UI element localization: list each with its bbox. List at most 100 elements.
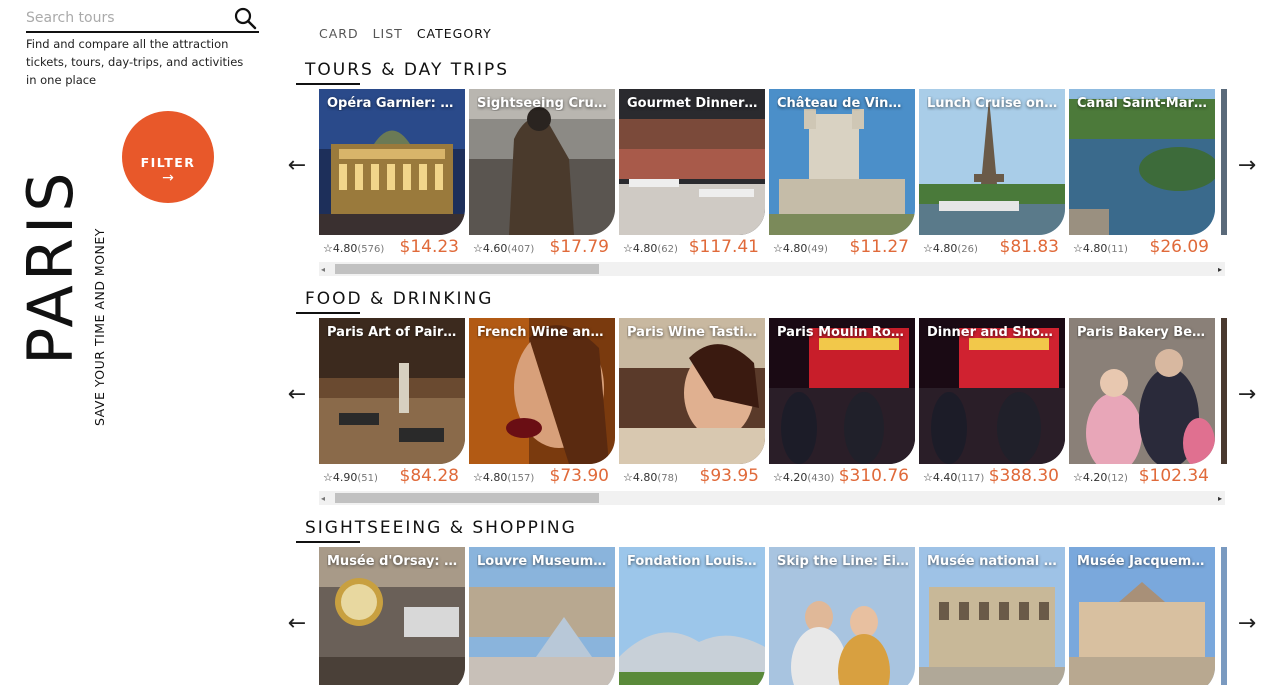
section-tours: TOURS & DAY TRIPS ← → Opéra Garnier: Sel… bbox=[280, 58, 1280, 288]
rating-value: 4.80 bbox=[332, 242, 358, 255]
tour-image: Musée Jacquemar... bbox=[1069, 547, 1215, 685]
tour-card[interactable]: Musée national Pi... bbox=[919, 547, 1065, 685]
star-icon: ☆ bbox=[473, 471, 483, 484]
tour-card[interactable]: Opéra Garnier: Sel... ☆4.80(576) $14.23 bbox=[319, 89, 465, 257]
tour-card[interactable]: Dinner and Show ... ☆4.40(117) $388.30 bbox=[919, 318, 1065, 486]
tour-card[interactable]: Musée d'Orsay: D... bbox=[319, 547, 465, 685]
rating-value: 4.80 bbox=[1082, 242, 1108, 255]
tab-card[interactable]: CARD bbox=[319, 26, 359, 41]
star-icon: ☆ bbox=[1073, 471, 1083, 484]
card-title: Canal Saint-Marti... bbox=[1077, 96, 1209, 111]
tour-image: Dinner and Show ... bbox=[919, 318, 1065, 464]
scrollbar-thumb[interactable] bbox=[335, 264, 599, 274]
tour-card[interactable]: Paris Bakery Behin... ☆4.20(12) $102.34 bbox=[1069, 318, 1215, 486]
card-title: Paris Wine Tasting... bbox=[627, 325, 759, 340]
card-price: $17.79 bbox=[549, 237, 609, 257]
next-arrow-icon[interactable]: → bbox=[1232, 154, 1262, 178]
tour-card[interactable]: Lunch Cruise on t... ☆4.80(26) $81.83 bbox=[919, 89, 1065, 257]
tour-image: Opéra Garnier: Sel... bbox=[319, 89, 465, 235]
tour-image: Château de Vince... bbox=[769, 89, 915, 235]
star-icon: ☆ bbox=[1073, 242, 1083, 255]
rating-value: 4.80 bbox=[932, 242, 958, 255]
card-rating: ☆4.80(157) bbox=[473, 471, 534, 484]
rating-value: 4.60 bbox=[482, 242, 508, 255]
card-title: Opéra Garnier: Sel... bbox=[327, 96, 459, 111]
card-price: $310.76 bbox=[838, 466, 909, 486]
tour-card[interactable]: Canal Saint-Marti... ☆4.80(11) $26.09 bbox=[1069, 89, 1215, 257]
review-count: (51) bbox=[357, 473, 378, 484]
card-title: Musée Jacquemar... bbox=[1077, 554, 1209, 569]
rating-value: 4.20 bbox=[782, 471, 808, 484]
tagline: Find and compare all the attraction tick… bbox=[26, 37, 244, 87]
card-rating: ☆4.90(51) bbox=[323, 471, 378, 484]
card-title: Paris Art of Pairin... bbox=[327, 325, 459, 340]
tour-image: Canal Saint-Marti... bbox=[1069, 89, 1215, 235]
scroll-left-icon[interactable]: ◂ bbox=[321, 494, 325, 503]
card-title: Lunch Cruise on t... bbox=[927, 96, 1059, 111]
review-count: (11) bbox=[1107, 244, 1128, 255]
card-price: $81.83 bbox=[999, 237, 1059, 257]
scroll-left-icon[interactable]: ◂ bbox=[321, 265, 325, 274]
card-rating: ☆4.60(407) bbox=[473, 242, 534, 255]
card-title: Dinner and Show ... bbox=[927, 325, 1059, 340]
tour-card[interactable]: Fondation Louis V... bbox=[619, 547, 765, 685]
tour-card[interactable]: Gourmet Dinner C... ☆4.80(62) $117.41 bbox=[619, 89, 765, 257]
tour-card[interactable]: Paris Wine Tasting... ☆4.80(78) $93.95 bbox=[619, 318, 765, 486]
rating-value: 4.80 bbox=[782, 242, 808, 255]
review-count: (49) bbox=[807, 244, 828, 255]
star-icon: ☆ bbox=[923, 242, 933, 255]
scrollbar-thumb[interactable] bbox=[335, 493, 599, 503]
card-title: Paris Bakery Behin... bbox=[1077, 325, 1209, 340]
card-price: $388.30 bbox=[988, 466, 1059, 486]
card-peek bbox=[1221, 547, 1227, 685]
tour-image: Paris Bakery Behin... bbox=[1069, 318, 1215, 464]
tour-card[interactable]: French Wine and ... ☆4.80(157) $73.90 bbox=[469, 318, 615, 486]
card-peek bbox=[1221, 318, 1227, 464]
filter-button[interactable]: FILTER → bbox=[122, 111, 214, 203]
card-rating: ☆4.20(12) bbox=[1073, 471, 1128, 484]
horizontal-scrollbar[interactable]: ◂ ▸ bbox=[319, 262, 1225, 276]
search-icon[interactable] bbox=[233, 6, 257, 30]
card-title: Gourmet Dinner C... bbox=[627, 96, 759, 111]
tour-card[interactable]: Château de Vince... ☆4.80(49) $11.27 bbox=[769, 89, 915, 257]
card-price: $26.09 bbox=[1149, 237, 1209, 257]
card-rating: ☆4.80(26) bbox=[923, 242, 978, 255]
review-count: (26) bbox=[957, 244, 978, 255]
tab-list[interactable]: LIST bbox=[373, 26, 403, 41]
scroll-right-icon[interactable]: ▸ bbox=[1218, 494, 1222, 503]
tour-image: Musée national Pi... bbox=[919, 547, 1065, 685]
review-count: (157) bbox=[507, 473, 535, 484]
card-price: $14.23 bbox=[399, 237, 459, 257]
search-input[interactable] bbox=[26, 7, 226, 29]
section-food: FOOD & DRINKING ← → Paris Art of Pairin.… bbox=[280, 287, 1280, 517]
tour-card[interactable]: Musée Jacquemar... bbox=[1069, 547, 1215, 685]
filter-button-label: FILTER bbox=[140, 154, 196, 170]
tour-image: Paris Wine Tasting... bbox=[619, 318, 765, 464]
tour-card[interactable]: Paris Art of Pairin... ☆4.90(51) $84.28 bbox=[319, 318, 465, 486]
rating-value: 4.90 bbox=[332, 471, 358, 484]
review-count: (78) bbox=[657, 473, 678, 484]
tour-card[interactable]: Louvre Museum: E... bbox=[469, 547, 615, 685]
tab-category[interactable]: CATEGORY bbox=[417, 26, 492, 41]
star-icon: ☆ bbox=[773, 471, 783, 484]
tour-card[interactable]: Paris Moulin Roug... ☆4.20(430) $310.76 bbox=[769, 318, 915, 486]
section-title: TOURS & DAY TRIPS bbox=[305, 60, 510, 80]
view-tabs: CARD LIST CATEGORY bbox=[319, 26, 492, 41]
review-count: (407) bbox=[507, 244, 535, 255]
tour-image: Sightseeing Cruis... bbox=[469, 89, 615, 235]
card-title: Sightseeing Cruis... bbox=[477, 96, 609, 111]
tour-card[interactable]: Sightseeing Cruis... ☆4.60(407) $17.79 bbox=[469, 89, 615, 257]
tour-image: Skip the Line: Eiff... bbox=[769, 547, 915, 685]
next-arrow-icon[interactable]: → bbox=[1232, 612, 1262, 636]
horizontal-scrollbar[interactable]: ◂ ▸ bbox=[319, 491, 1225, 505]
prev-arrow-icon[interactable]: ← bbox=[282, 612, 312, 636]
prev-arrow-icon[interactable]: ← bbox=[282, 154, 312, 178]
scroll-right-icon[interactable]: ▸ bbox=[1218, 265, 1222, 274]
next-arrow-icon[interactable]: → bbox=[1232, 383, 1262, 407]
prev-arrow-icon[interactable]: ← bbox=[282, 383, 312, 407]
section-title: FOOD & DRINKING bbox=[305, 289, 494, 309]
review-count: (62) bbox=[657, 244, 678, 255]
tour-image: Fondation Louis V... bbox=[619, 547, 765, 685]
tour-card[interactable]: Skip the Line: Eiff... bbox=[769, 547, 915, 685]
star-icon: ☆ bbox=[323, 471, 333, 484]
